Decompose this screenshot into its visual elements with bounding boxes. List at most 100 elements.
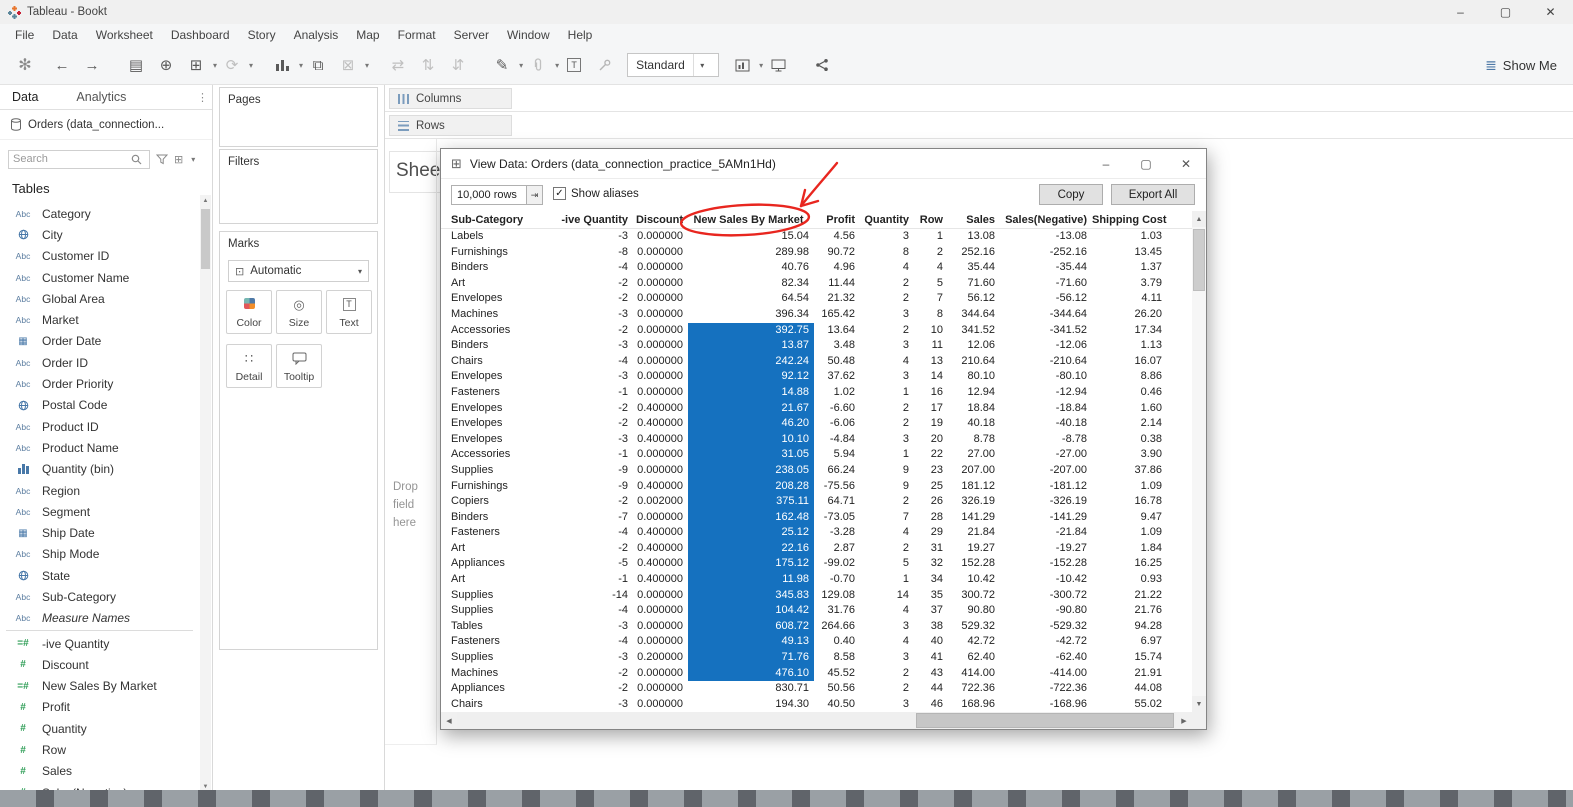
clear-sheet-button[interactable]: ⊠ (336, 52, 360, 78)
table-cell[interactable]: 3.90 (1092, 447, 1167, 463)
caret-down-icon[interactable]: ▾ (759, 61, 763, 70)
table-cell[interactable]: Binders (449, 510, 557, 526)
field--ive-quantity[interactable]: =# -ive Quantity (0, 633, 199, 654)
tab-analytics[interactable]: Analytics (64, 86, 138, 108)
table-cell[interactable]: 2 (860, 541, 914, 557)
table-cell[interactable]: -9 (557, 463, 633, 479)
table-cell[interactable]: Envelopes (449, 291, 557, 307)
field-ship-date[interactable]: ▦ Ship Date (0, 522, 199, 543)
table-cell[interactable]: Fasteners (449, 525, 557, 541)
dialog-maximize-button[interactable]: ▢ (1126, 149, 1166, 179)
fix-axes-button[interactable] (592, 52, 616, 78)
table-cell[interactable]: 0.000000 (633, 323, 688, 339)
table-cell[interactable]: 4 (860, 260, 914, 276)
table-cell[interactable]: 66.24 (814, 463, 860, 479)
table-cell[interactable]: Chairs (449, 354, 557, 370)
table-cell[interactable]: 208.28 (688, 478, 814, 495)
table-cell[interactable]: 8 (914, 307, 948, 323)
field-segment[interactable]: Abc Segment (0, 501, 199, 522)
new-dashboard-chart-button[interactable] (270, 52, 294, 78)
table-cell[interactable]: 252.16 (948, 245, 1000, 261)
table-cell[interactable]: 0.46 (1092, 385, 1167, 401)
vertical-scrollbar[interactable]: ▲ ▼ (1192, 211, 1206, 712)
table-cell[interactable]: 8.58 (814, 650, 860, 666)
table-cell[interactable]: 41 (914, 650, 948, 666)
table-cell[interactable]: 3 (860, 650, 914, 666)
field-product-id[interactable]: Abc Product ID (0, 416, 199, 437)
table-cell[interactable]: 4.56 (814, 229, 860, 245)
field-measure-names[interactable]: Abc Measure Names (0, 608, 199, 629)
table-cell[interactable]: 1 (860, 385, 914, 401)
table-cell[interactable]: Appliances (449, 556, 557, 572)
table-row[interactable]: Machines -3 0.000000 396.34 165.42 3 8 344.64 -3… (441, 307, 1192, 323)
table-cell[interactable]: 5 (914, 276, 948, 292)
chevron-down-icon[interactable]: ▾ (692, 54, 711, 76)
table-cell[interactable]: 3 (860, 338, 914, 354)
table-cell[interactable]: -1 (557, 447, 633, 463)
table-cell[interactable]: -3 (557, 697, 633, 712)
table-cell[interactable]: Accessories (449, 323, 557, 339)
table-cell[interactable]: -2 (557, 401, 633, 417)
table-cell[interactable]: 19.27 (948, 541, 1000, 557)
field-quantity[interactable]: # Quantity (0, 718, 199, 739)
table-cell[interactable]: 289.98 (688, 245, 814, 261)
table-cell[interactable]: 0.000000 (633, 510, 688, 526)
table-cell[interactable]: 4 (860, 354, 914, 370)
filter-funnel-icon[interactable] (156, 154, 168, 165)
table-cell[interactable]: -9 (557, 479, 633, 495)
table-cell[interactable]: -6.60 (814, 401, 860, 417)
table-cell[interactable]: Supplies (449, 650, 557, 666)
table-cell[interactable]: 5.94 (814, 447, 860, 463)
caret-down-icon[interactable]: ▾ (555, 61, 559, 70)
export-all-button[interactable]: Export All (1111, 184, 1195, 205)
table-cell[interactable]: 4.11 (1092, 291, 1167, 307)
table-cell[interactable]: 830.71 (688, 681, 814, 697)
table-cell[interactable]: 10.42 (948, 572, 1000, 588)
data-source-item[interactable]: Orders (data_connection... (0, 110, 212, 140)
table-cell[interactable]: 50.48 (814, 354, 860, 370)
table-cell[interactable]: 0.400000 (633, 572, 688, 588)
scroll-up-icon[interactable]: ▲ (200, 195, 211, 207)
swap-axes-button[interactable]: ⇄ (386, 52, 410, 78)
table-cell[interactable]: Machines (449, 307, 557, 323)
table-cell[interactable]: 1.09 (1092, 479, 1167, 495)
table-row[interactable]: Copiers -2 0.002000 375.11 64.71 2 26 326.19 -32… (441, 494, 1192, 510)
table-cell[interactable]: 8.86 (1092, 369, 1167, 385)
view-mode-select[interactable]: Standard ▾ (627, 53, 720, 77)
table-cell[interactable]: 22 (914, 447, 948, 463)
table-cell[interactable]: -2 (557, 291, 633, 307)
table-cell[interactable]: -13.08 (1000, 229, 1092, 245)
table-cell[interactable]: -722.36 (1000, 681, 1092, 697)
table-cell[interactable]: 38 (914, 619, 948, 635)
column-header-5[interactable]: Profit (814, 211, 860, 228)
table-cell[interactable]: 46 (914, 697, 948, 712)
table-cell[interactable]: 141.29 (948, 510, 1000, 526)
table-cell[interactable]: 12.06 (948, 338, 1000, 354)
table-cell[interactable]: 0.000000 (633, 291, 688, 307)
table-cell[interactable]: 37.62 (814, 369, 860, 385)
table-cell[interactable]: 242.24 (688, 353, 814, 370)
table-cell[interactable]: 0.000000 (633, 307, 688, 323)
table-cell[interactable]: -35.44 (1000, 260, 1092, 276)
table-cell[interactable]: 722.36 (948, 681, 1000, 697)
table-cell[interactable]: 31.76 (814, 603, 860, 619)
table-cell[interactable]: 3.79 (1092, 276, 1167, 292)
table-cell[interactable]: -341.52 (1000, 323, 1092, 339)
copy-button[interactable]: Copy (1039, 184, 1103, 205)
table-cell[interactable]: 90.80 (948, 603, 1000, 619)
table-cell[interactable]: -141.29 (1000, 510, 1092, 526)
field-order-priority[interactable]: Abc Order Priority (0, 373, 199, 394)
table-cell[interactable]: 14.88 (688, 384, 814, 401)
duplicate-button[interactable]: ⧉ (306, 52, 330, 78)
undo-button[interactable]: ← (50, 52, 74, 78)
dialog-title-bar[interactable]: ⊞ View Data: Orders (data_connection_pra… (441, 149, 1206, 179)
taskbar[interactable] (0, 790, 1573, 807)
table-cell[interactable]: -42.72 (1000, 634, 1092, 650)
table-cell[interactable]: 40 (914, 634, 948, 650)
table-cell[interactable]: 23 (914, 463, 948, 479)
pane-options-icon[interactable]: ⋮ (197, 91, 208, 104)
table-cell[interactable]: 0.000000 (633, 603, 688, 619)
table-cell[interactable]: 15.04 (688, 229, 814, 245)
table-row[interactable]: Fasteners -4 0.400000 25.12 -3.28 4 29 21.84 -21… (441, 525, 1192, 541)
table-cell[interactable]: -18.84 (1000, 401, 1092, 417)
